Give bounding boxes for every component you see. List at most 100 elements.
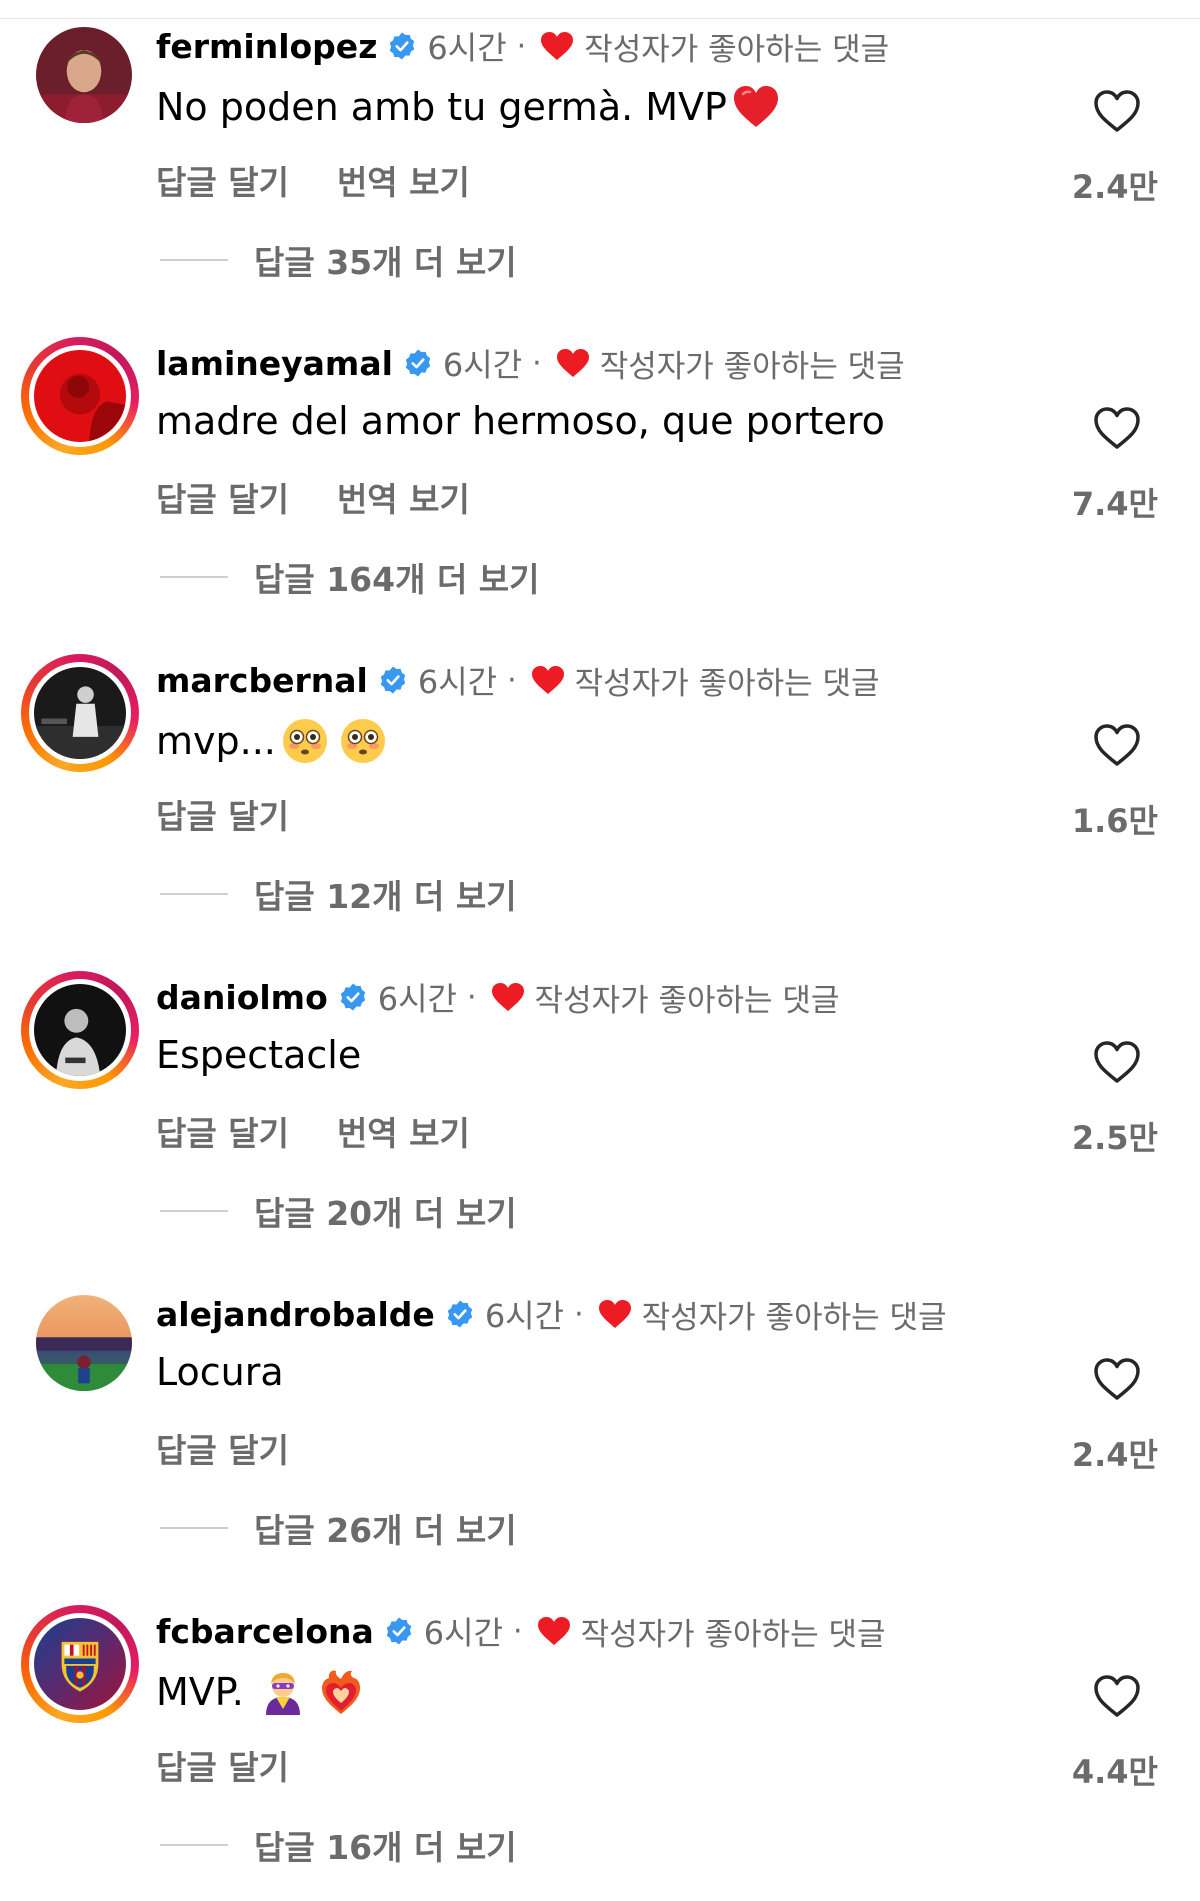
username[interactable]: daniolmo [156,978,328,1017]
reply-button[interactable]: 답글 달기 [156,1741,289,1789]
username[interactable]: ferminlopez [156,27,377,66]
separator-dot: · [507,662,517,698]
verified-badge-icon [445,1299,475,1329]
comment-actions: 답글 달기 [156,1424,289,1472]
view-more-replies-label: 답글 12개 더 보기 [254,877,517,916]
liked-by-author-heart-icon [540,31,574,61]
comment-text: mvp... [156,716,388,766]
liked-by-author-label: 작성자가 좋아하는 댓글 [534,982,840,1019]
liked-by-author-heart-icon [556,348,590,378]
liked-by-author-label: 작성자가 좋아하는 댓글 [584,31,890,68]
liked-by-author-heart-icon [491,982,525,1012]
avatar-image [36,27,132,123]
separator-dot: · [467,979,477,1015]
view-more-replies[interactable]: 답글 20개 더 보기 [160,1187,517,1235]
comment-body: Espectacle [156,1033,362,1077]
liked-by-author-heart-icon [537,1616,571,1646]
like-heart-icon[interactable] [1092,405,1142,451]
reply-button[interactable]: 답글 달기 [156,790,289,838]
avatar[interactable] [36,27,132,123]
like-count[interactable]: 2.4만 [1072,1430,1158,1476]
heart-on-fire-emoji [316,1667,366,1717]
verified-badge-icon [403,348,433,378]
comment-body: mvp... [156,719,276,763]
comment-item: lamineyamal 6시간 · 작성자가 좋아하는 댓글 madre del… [0,317,1200,633]
avatar[interactable] [21,337,139,455]
view-more-replies[interactable]: 답글 35개 더 보기 [160,236,517,284]
username[interactable]: marcbernal [156,661,368,700]
comment-meta: daniolmo 6시간 · 작성자가 좋아하는 댓글 [156,977,840,1019]
avatar-image [36,1295,132,1391]
comment-body: No poden amb tu germà. MVP [156,85,727,129]
timestamp: 6시간 [377,980,457,1018]
comment-text: madre del amor hermoso, que portero [156,399,885,443]
view-more-replies[interactable]: 답글 26개 더 보기 [160,1504,517,1552]
verified-badge-icon [387,31,417,61]
reply-button[interactable]: 답글 달기 [156,473,289,521]
comment-item: alejandrobalde 6시간 · 작성자가 좋아하는 댓글 Locura… [0,1268,1200,1584]
replies-divider [160,1210,228,1212]
translate-button[interactable]: 번역 보기 [337,156,470,204]
like-count[interactable]: 2.5만 [1072,1113,1158,1159]
view-more-replies[interactable]: 답글 16개 더 보기 [160,1821,517,1869]
replies-divider [160,1527,228,1529]
like-count[interactable]: 4.4만 [1072,1747,1158,1793]
reply-button[interactable]: 답글 달기 [156,156,289,204]
avatar-image [34,667,126,759]
timestamp: 6시간 [423,1614,504,1652]
avatar[interactable] [21,654,139,772]
translate-button[interactable]: 번역 보기 [337,473,470,521]
view-more-replies[interactable]: 답글 12개 더 보기 [160,870,517,918]
like-heart-icon[interactable] [1092,1356,1142,1402]
liked-by-author-heart-icon [598,1299,632,1329]
separator-dot: · [532,345,542,381]
comment-meta: alejandrobalde 6시간 · 작성자가 좋아하는 댓글 [156,1294,947,1336]
timestamp: 6시간 [417,663,498,701]
avatar-image [34,1618,126,1710]
username[interactable]: lamineyamal [156,344,393,383]
username[interactable]: alejandrobalde [156,1295,435,1334]
avatar[interactable] [36,1295,132,1391]
comment-meta: fcbarcelona 6시간 · 작성자가 좋아하는 댓글 [156,1611,886,1653]
superhero-emoji [258,1667,308,1717]
like-count[interactable]: 2.4만 [1072,162,1158,208]
like-count[interactable]: 1.6만 [1072,796,1158,842]
like-heart-icon[interactable] [1092,722,1142,768]
flushed-face-emoji [280,716,330,766]
like-heart-icon[interactable] [1092,1673,1142,1719]
view-more-replies[interactable]: 답글 164개 더 보기 [160,553,540,601]
like-count[interactable]: 7.4만 [1072,479,1158,525]
comment-meta: marcbernal 6시간 · 작성자가 좋아하는 댓글 [156,660,880,702]
verified-badge-icon [384,1616,414,1646]
view-more-replies-label: 답글 35개 더 보기 [254,243,517,282]
reply-button[interactable]: 답글 달기 [156,1424,289,1472]
like-heart-icon[interactable] [1092,88,1142,134]
comment-body: MVP. [156,1670,244,1714]
replies-divider [160,576,228,578]
translate-button[interactable]: 번역 보기 [337,1107,470,1155]
comment-body: Locura [156,1350,284,1394]
username[interactable]: fcbarcelona [156,1612,374,1651]
comment-text: No poden amb tu germà. MVP [156,82,781,132]
reply-button[interactable]: 답글 달기 [156,1107,289,1155]
separator-dot: · [516,28,527,64]
avatar[interactable] [21,1605,139,1723]
comment-item: ferminlopez 6시간 · 작성자가 좋아하는 댓글 No poden … [0,0,1200,316]
liked-by-author-label: 작성자가 좋아하는 댓글 [574,665,880,702]
timestamp: 6시간 [427,29,507,67]
replies-divider [160,1844,228,1846]
avatar-image [34,984,126,1076]
comment-item: fcbarcelona 6시간 · 작성자가 좋아하는 댓글 MVP. 답글 달… [0,1585,1200,1901]
comment-item: marcbernal 6시간 · 작성자가 좋아하는 댓글 mvp... 답글 … [0,634,1200,950]
avatar[interactable] [21,971,139,1089]
comment-text: Espectacle [156,1033,361,1077]
verified-badge-icon [338,982,368,1012]
like-heart-icon[interactable] [1092,1039,1142,1085]
comment-actions: 답글 달기 [156,790,289,838]
liked-by-author-label: 작성자가 좋아하는 댓글 [580,1616,886,1653]
comment-text: MVP. [156,1667,366,1717]
view-more-replies-label: 답글 20개 더 보기 [254,1194,517,1233]
view-more-replies-label: 답글 164개 더 보기 [254,560,540,599]
avatar-image [34,350,126,442]
separator-dot: · [574,1296,584,1332]
